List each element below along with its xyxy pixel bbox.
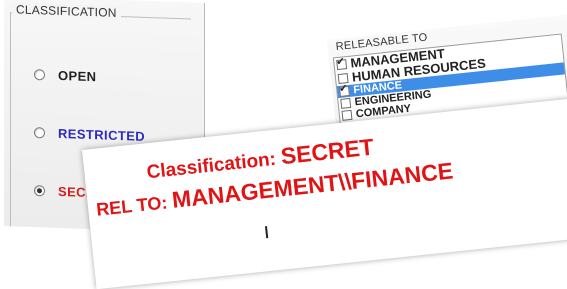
radio-open[interactable]	[34, 69, 45, 81]
checkbox-management[interactable]	[336, 59, 348, 71]
radio-restricted-label: RESTRICTED	[58, 125, 146, 144]
radio-option-open[interactable]: OPEN	[34, 67, 96, 84]
radio-restricted[interactable]	[34, 127, 45, 139]
radio-secret[interactable]	[34, 185, 45, 197]
banner-rel-prefix: REL TO:	[95, 191, 174, 220]
radio-open-label: OPEN	[58, 67, 97, 85]
banner-classification-value: SECRET	[279, 133, 376, 170]
checkbox-engineering[interactable]	[340, 97, 352, 109]
checkbox-company[interactable]	[341, 109, 353, 121]
checkbox-finance[interactable]	[338, 85, 350, 97]
text-cursor	[264, 226, 269, 239]
